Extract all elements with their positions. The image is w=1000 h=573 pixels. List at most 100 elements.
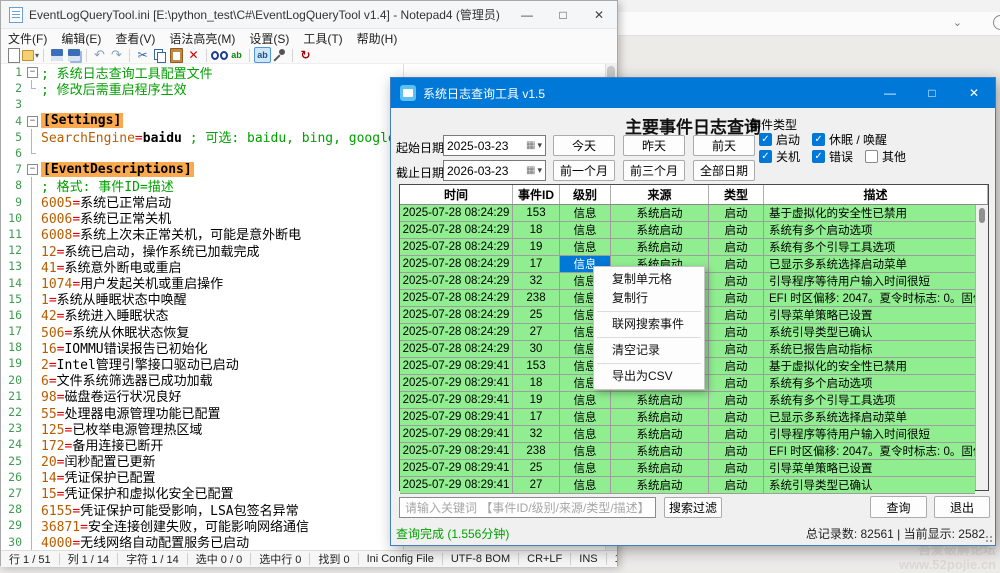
statusbar-segment[interactable]: 字符 1 / 14 (118, 551, 187, 567)
table-cell[interactable]: 系统有多个启动选项 (764, 375, 975, 391)
reload-icon[interactable] (297, 47, 314, 63)
save-icon[interactable] (48, 47, 65, 63)
checkbox-unchecked-icon[interactable] (865, 150, 878, 163)
table-cell[interactable]: 系统启动 (611, 443, 709, 459)
table-cell[interactable]: 信息 (560, 426, 611, 442)
table-row[interactable]: 2025-07-29 08:29:4117信息系统启动启动已显示多系统选择启动菜… (400, 409, 975, 426)
menu-item[interactable]: 语法高亮(M) (162, 30, 242, 47)
table-cell[interactable]: 19 (513, 392, 560, 408)
table-cell[interactable]: 2025-07-28 08:24:29 (400, 273, 513, 289)
notepad-close-button[interactable]: ✕ (581, 1, 617, 28)
table-cell[interactable]: 启动 (709, 341, 764, 357)
statusbar-segment[interactable]: 行 1 / 51 (1, 551, 59, 567)
quick-date-button[interactable]: 前天 (693, 135, 755, 156)
statusbar-segment[interactable]: 110% (607, 553, 617, 565)
table-cell[interactable]: 18 (513, 222, 560, 238)
new-file-icon[interactable] (5, 47, 22, 63)
fold-collapse-icon[interactable] (25, 161, 39, 177)
find-icon[interactable] (211, 47, 228, 63)
quick-date-button[interactable]: 前一个月 (553, 160, 615, 181)
table-cell[interactable]: 2025-07-29 08:29:41 (400, 375, 513, 391)
table-cell[interactable]: 2025-07-28 08:24:29 (400, 256, 513, 272)
table-cell[interactable]: 系统启动 (611, 460, 709, 476)
notepad-minimize-button[interactable]: — (509, 1, 545, 28)
table-cell[interactable]: 27 (513, 324, 560, 340)
table-cell[interactable]: 系统启动 (611, 392, 709, 408)
quick-date-button[interactable]: 今天 (553, 135, 615, 156)
table-cell[interactable]: 系统引导类型已确认 (764, 324, 975, 340)
table-row[interactable]: 2025-07-28 08:24:29153信息系统启动启动基于虚拟化的安全性已… (400, 205, 975, 222)
dialog-minimize-button[interactable]: — (869, 78, 911, 108)
table-cell[interactable]: 启动 (709, 477, 764, 493)
menu-item[interactable]: 帮助(H) (350, 30, 405, 47)
event-type-checkbox[interactable]: ✓休眠 / 唤醒 (812, 131, 887, 148)
table-cell[interactable]: 238 (513, 443, 560, 459)
table-cell[interactable]: 2025-07-28 08:24:29 (400, 222, 513, 238)
dialog-maximize-button[interactable]: □ (911, 78, 953, 108)
table-cell[interactable]: 启动 (709, 443, 764, 459)
context-menu-item[interactable]: 清空记录 (594, 341, 704, 360)
table-cell[interactable]: 启动 (709, 256, 764, 272)
column-header[interactable]: 类型 (709, 185, 764, 204)
table-scrollbar-thumb[interactable] (979, 208, 985, 223)
checkbox-checked-icon[interactable]: ✓ (759, 150, 772, 163)
search-input[interactable] (399, 497, 656, 518)
column-header[interactable]: 描述 (764, 185, 988, 204)
table-cell[interactable]: 2025-07-28 08:24:29 (400, 341, 513, 357)
table-cell[interactable]: 系统启动 (611, 426, 709, 442)
quick-date-button[interactable]: 前三个月 (623, 160, 685, 181)
table-cell[interactable]: 启动 (709, 358, 764, 374)
start-date-picker[interactable]: 2025-03-23 ▦ ▾ (443, 135, 546, 156)
table-cell[interactable]: 系统引导类型已确认 (764, 477, 975, 493)
replace-icon[interactable] (228, 47, 245, 63)
table-cell[interactable]: 2025-07-28 08:24:29 (400, 239, 513, 255)
statusbar-segment[interactable]: 选中 0 / 0 (188, 551, 250, 567)
table-row[interactable]: 2025-07-29 08:29:4119信息系统启动启动系统有多个引导工具选项 (400, 392, 975, 409)
statusbar-segment[interactable]: INS (571, 553, 605, 565)
table-vertical-scrollbar[interactable] (975, 205, 988, 490)
table-cell[interactable]: 系统有多个启动选项 (764, 222, 975, 238)
statusbar-segment[interactable]: UTF-8 BOM (443, 553, 518, 565)
table-cell[interactable]: 启动 (709, 392, 764, 408)
redo-icon[interactable] (108, 47, 125, 63)
chevron-down-icon[interactable]: ▾ (537, 140, 542, 151)
table-cell[interactable]: 启动 (709, 273, 764, 289)
statusbar-segment[interactable]: 找到 0 (310, 551, 357, 567)
column-header[interactable]: 时间 (400, 185, 513, 204)
table-cell[interactable]: 信息 (560, 392, 611, 408)
undo-icon[interactable] (91, 47, 108, 63)
table-cell[interactable]: 启动 (709, 239, 764, 255)
table-cell[interactable]: 25 (513, 460, 560, 476)
table-cell[interactable]: 系统启动 (611, 409, 709, 425)
table-cell[interactable]: 2025-07-28 08:24:29 (400, 205, 513, 221)
table-cell[interactable]: 2025-07-29 08:29:41 (400, 477, 513, 493)
table-cell[interactable]: 启动 (709, 324, 764, 340)
table-cell[interactable]: 238 (513, 290, 560, 306)
table-cell[interactable]: 2025-07-29 08:29:41 (400, 392, 513, 408)
table-cell[interactable]: 已显示多系统选择启动菜单 (764, 256, 975, 272)
menu-item[interactable]: 工具(T) (296, 30, 349, 47)
table-cell[interactable]: 2025-07-29 08:29:41 (400, 443, 513, 459)
table-cell[interactable]: 2025-07-29 08:29:41 (400, 358, 513, 374)
table-cell[interactable]: 系统启动 (611, 477, 709, 493)
table-cell[interactable]: 信息 (560, 443, 611, 459)
table-cell[interactable]: 引导程序等待用户输入时间很短 (764, 273, 975, 289)
event-type-checkbox[interactable]: 其他 (865, 148, 906, 165)
quick-date-button[interactable]: 全部日期 (693, 160, 755, 181)
table-cell[interactable]: 引导菜单策略已设置 (764, 307, 975, 323)
table-cell[interactable]: 153 (513, 205, 560, 221)
table-cell[interactable]: EFI 时区偏移: 2047。夏令时标志: 0。固件... (764, 443, 975, 459)
table-cell[interactable]: 系统启动 (611, 222, 709, 238)
context-menu-item[interactable]: 联网搜索事件 (594, 315, 704, 334)
table-cell[interactable]: 信息 (560, 222, 611, 238)
search-filter-button[interactable]: 搜索过滤 (664, 497, 722, 518)
table-cell[interactable]: 启动 (709, 426, 764, 442)
table-cell[interactable]: 信息 (560, 409, 611, 425)
statusbar-segment[interactable]: 选中行 0 (251, 551, 309, 567)
dialog-titlebar[interactable]: 系统日志查询工具 v1.5 — □ ✕ (391, 78, 995, 108)
table-cell[interactable]: 系统启动 (611, 239, 709, 255)
table-cell[interactable]: 2025-07-29 08:29:41 (400, 426, 513, 442)
table-cell[interactable]: 19 (513, 239, 560, 255)
end-date-picker[interactable]: 2026-03-23 ▦ ▾ (443, 160, 546, 181)
chevron-down-icon[interactable]: ▾ (537, 165, 542, 176)
